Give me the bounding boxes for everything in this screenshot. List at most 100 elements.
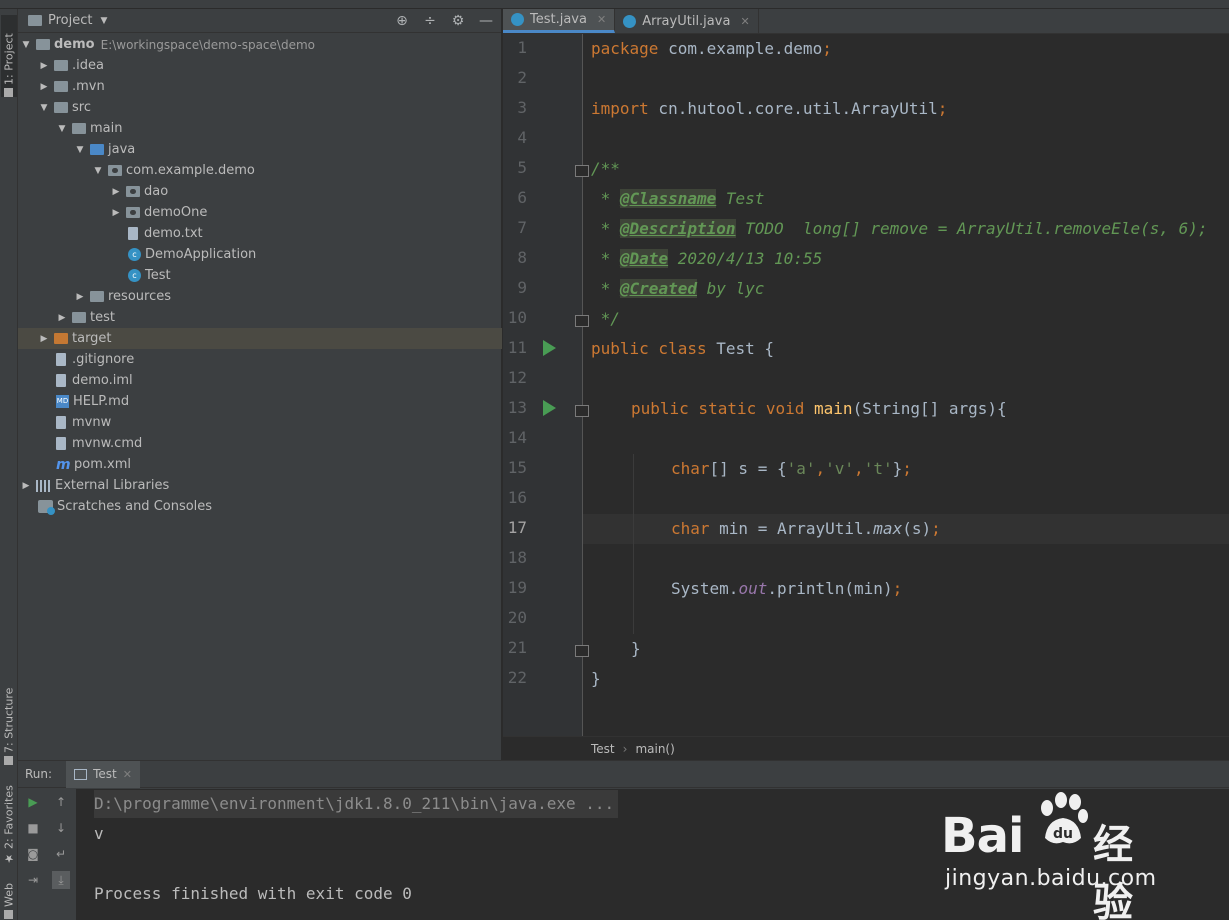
collapsed-arrow-icon[interactable]: ▶	[110, 187, 122, 197]
line-number: 14	[507, 428, 527, 447]
token: char	[671, 519, 710, 538]
breadcrumb-method[interactable]: main()	[635, 742, 674, 756]
tree-item-demoone[interactable]: ▶ demoOne	[18, 202, 502, 223]
token: Test	[716, 189, 765, 208]
close-icon[interactable]: ✕	[740, 15, 749, 28]
locate-icon[interactable]: ⊕	[395, 13, 409, 29]
scroll-to-end-icon[interactable]: ⤓	[52, 871, 70, 889]
expanded-arrow-icon[interactable]: ▼	[56, 124, 68, 134]
token: [] s = {	[709, 459, 787, 478]
code-line-8: * @Date 2020/4/13 10:55	[591, 244, 822, 274]
folder-icon	[54, 81, 68, 92]
project-view-selector[interactable]: Project	[48, 13, 92, 28]
line-number: 21	[507, 638, 527, 657]
tree-item-mvn[interactable]: ▶ .mvn	[18, 76, 502, 97]
class-icon	[511, 13, 524, 26]
tree-item-demo-iml[interactable]: demo.iml	[18, 370, 502, 391]
tree-item-demo-txt[interactable]: demo.txt	[18, 223, 502, 244]
collapsed-arrow-icon[interactable]: ▶	[74, 292, 86, 302]
gear-icon[interactable]: ⚙	[451, 13, 465, 29]
tree-item-demoapplication[interactable]: c DemoApplication	[18, 244, 502, 265]
code-line-9: * @Created by lyc	[591, 274, 764, 304]
rerun-icon[interactable]: ▶	[24, 793, 42, 811]
tree-label: DemoApplication	[145, 247, 257, 262]
folder-icon	[72, 123, 86, 134]
tree-item-resources[interactable]: ▶ resources	[18, 286, 502, 307]
tree-item-idea[interactable]: ▶ .idea	[18, 55, 502, 76]
tree-label: .idea	[72, 58, 104, 73]
expanded-arrow-icon[interactable]: ▼	[74, 145, 86, 155]
token: ;	[937, 99, 948, 118]
token: *	[591, 189, 620, 208]
exit-icon[interactable]: ⇥	[24, 871, 42, 889]
tree-item-help-md[interactable]: MD HELP.md	[18, 391, 502, 412]
tree-item-external-libraries[interactable]: ▶ External Libraries	[18, 475, 502, 496]
line-number: 18	[507, 548, 527, 567]
folder-icon	[54, 102, 68, 113]
tree-item-mvnw-cmd[interactable]: mvnw.cmd	[18, 433, 502, 454]
up-arrow-icon[interactable]: ↑	[52, 793, 70, 811]
web-icon	[4, 910, 14, 919]
expanded-arrow-icon[interactable]: ▼	[92, 166, 104, 176]
tab-test-java[interactable]: Test.java ✕	[503, 9, 616, 33]
collapsed-arrow-icon[interactable]: ▶	[20, 481, 32, 491]
file-icon	[56, 374, 66, 387]
console-output[interactable]: D:\programme\environment\jdk1.8.0_211\bi…	[76, 789, 1229, 920]
doc-tag: @Classname	[619, 189, 717, 208]
tree-item-gitignore[interactable]: .gitignore	[18, 349, 502, 370]
code-line-3: import cn.hutool.core.util.ArrayUtil;	[591, 94, 947, 124]
collapsed-arrow-icon[interactable]: ▶	[110, 208, 122, 218]
run-tab-test[interactable]: Test ✕	[66, 760, 140, 788]
line-number: 16	[507, 488, 527, 507]
expanded-arrow-icon[interactable]: ▼	[20, 40, 32, 50]
tree-item-package[interactable]: ▼ com.example.demo	[18, 160, 502, 181]
collapsed-arrow-icon[interactable]: ▶	[38, 61, 50, 71]
close-icon[interactable]: ✕	[123, 768, 132, 781]
run-main-icon[interactable]	[543, 400, 556, 416]
tree-item-java[interactable]: ▼ java	[18, 139, 502, 160]
structure-tool-tab[interactable]: 7: Structure	[1, 681, 17, 765]
token: public static void	[631, 399, 805, 418]
tree-item-src[interactable]: ▼ src	[18, 97, 502, 118]
tree-label: pom.xml	[74, 457, 131, 472]
token: main	[814, 399, 853, 418]
tree-item-test[interactable]: ▶ test	[18, 307, 502, 328]
run-class-icon[interactable]	[543, 340, 556, 356]
tree-item-test-class[interactable]: c Test	[18, 265, 502, 286]
excluded-folder-icon	[54, 333, 68, 344]
tree-item-dao[interactable]: ▶ dao	[18, 181, 502, 202]
token: import	[591, 99, 649, 118]
minimize-icon[interactable]: —	[479, 13, 493, 29]
camera-icon[interactable]: ◙	[24, 845, 42, 863]
soft-wrap-icon[interactable]: ↵	[52, 845, 70, 863]
token: cn.hutool.core.util.ArrayUtil	[648, 99, 938, 118]
tree-item-scratches[interactable]: Scratches and Consoles	[18, 496, 502, 517]
tree-item-mvnw[interactable]: mvnw	[18, 412, 502, 433]
favorites-tool-tab[interactable]: ★ 2: Favorites	[1, 781, 17, 865]
breadcrumb-class[interactable]: Test	[591, 742, 615, 756]
stop-icon[interactable]: ■	[24, 819, 42, 837]
collapse-all-icon[interactable]: ÷	[423, 13, 437, 29]
token: min = ArrayUtil.	[709, 519, 874, 538]
tab-arrayutil-java[interactable]: ArrayUtil.java ✕	[615, 9, 759, 33]
chevron-down-icon[interactable]: ▼	[100, 16, 107, 26]
source-folder-icon	[90, 144, 104, 155]
expanded-arrow-icon[interactable]: ▼	[38, 103, 50, 113]
collapsed-arrow-icon[interactable]: ▶	[56, 313, 68, 323]
console-output-line: v	[94, 824, 104, 843]
code-area[interactable]: package com.example.demo; import cn.huto…	[583, 34, 1229, 736]
tree-item-target[interactable]: ▶ target	[18, 328, 502, 349]
tree-label: target	[72, 331, 112, 346]
tree-item-pom-xml[interactable]: m pom.xml	[18, 454, 502, 475]
close-icon[interactable]: ✕	[597, 13, 606, 26]
class-icon: c	[128, 269, 141, 282]
project-tool-tab[interactable]: 1: Project	[1, 15, 17, 97]
token: .println(min)	[767, 579, 893, 598]
window-top-strip	[0, 0, 1229, 9]
collapsed-arrow-icon[interactable]: ▶	[38, 82, 50, 92]
tree-item-main[interactable]: ▼ main	[18, 118, 502, 139]
down-arrow-icon[interactable]: ↓	[52, 819, 70, 837]
collapsed-arrow-icon[interactable]: ▶	[38, 334, 50, 344]
tree-item-demo[interactable]: ▼ demo E:\workingspace\demo-space\demo	[18, 34, 502, 55]
web-tool-tab[interactable]: Web	[1, 875, 17, 919]
